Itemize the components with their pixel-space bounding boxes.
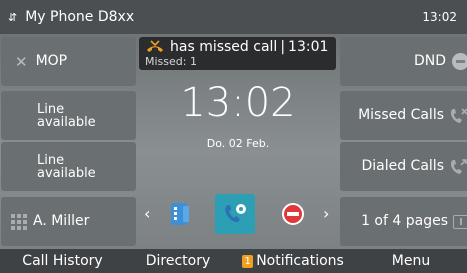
missed-call-alert-icon xyxy=(147,40,163,52)
line-key-mop[interactable]: ✕ MOP xyxy=(1,37,136,86)
keypad-grid-icon xyxy=(11,213,27,230)
page-icon xyxy=(453,214,467,229)
idle-screen: ✕ MOP Line available Line available A. M… xyxy=(0,34,467,249)
notification-time: 13:01 xyxy=(288,39,329,55)
softkey-bar: Call History Directory 1 Notifications M… xyxy=(0,249,467,273)
notification-divider: | xyxy=(280,39,286,55)
chevron-right-icon[interactable]: › xyxy=(323,204,329,223)
page-indicator-label: 1 of 4 pages xyxy=(361,213,448,229)
device-name: My Phone D8xx xyxy=(25,9,135,25)
softkey-notifications[interactable]: 1 Notifications xyxy=(231,253,355,269)
chevron-left-icon[interactable]: ‹ xyxy=(144,204,150,223)
clock-date: Do. 02 Feb. xyxy=(206,137,270,150)
missed-calls-label: Missed Calls xyxy=(358,107,444,123)
line-key-available-2[interactable]: Line available xyxy=(1,142,136,191)
softkey-call-history[interactable]: Call History xyxy=(0,253,125,269)
dnd-key[interactable]: DND xyxy=(340,37,467,86)
softkey-menu[interactable]: Menu xyxy=(355,253,467,269)
block-app-icon[interactable] xyxy=(276,197,310,231)
dialed-calls-key[interactable]: Dialed Calls xyxy=(340,142,467,191)
x-icon: ✕ xyxy=(15,52,28,71)
dnd-icon xyxy=(452,53,467,70)
softkey-label: Directory xyxy=(145,253,211,269)
notification-count-badge: 1 xyxy=(242,254,254,268)
softkey-label: Notifications xyxy=(256,253,344,269)
clock-time: 13:02 xyxy=(180,80,296,126)
dialed-call-icon xyxy=(450,158,467,174)
block-icon xyxy=(282,203,304,225)
softkey-label: Menu xyxy=(391,253,431,269)
directory-app-icon[interactable] xyxy=(163,197,197,231)
call-settings-app-icon[interactable] xyxy=(215,194,255,234)
missed-call-notification[interactable]: has missed call | 13:01 Missed: 1 xyxy=(139,37,336,70)
notification-subtitle: Missed: 1 xyxy=(145,55,197,68)
line-key-label: A. Miller xyxy=(33,213,90,229)
softkey-directory[interactable]: Directory xyxy=(125,253,231,269)
status-bar: ⇵ My Phone D8xx 13:02 xyxy=(0,0,467,34)
dialed-calls-label: Dialed Calls xyxy=(361,158,444,174)
device-selector[interactable]: ⇵ My Phone D8xx xyxy=(8,9,134,25)
status-time: 13:02 xyxy=(422,10,457,24)
line-key-available-1[interactable]: Line available xyxy=(1,91,136,140)
page-indicator-key[interactable]: 1 of 4 pages xyxy=(340,197,467,246)
notification-title: has missed call xyxy=(170,39,278,55)
app-dock: ‹ › xyxy=(136,194,340,236)
missed-call-icon xyxy=(450,107,467,123)
softkey-label: Call History xyxy=(22,253,103,269)
chevron-up-down-icon: ⇵ xyxy=(8,10,18,24)
dnd-label: DND xyxy=(413,53,446,69)
line-key-label: MOP xyxy=(35,53,68,69)
missed-calls-key[interactable]: Missed Calls xyxy=(340,91,467,140)
line-key-a-miller[interactable]: A. Miller xyxy=(1,197,136,246)
line-key-label: Line available xyxy=(37,101,96,130)
line-key-label: Line available xyxy=(37,152,96,181)
